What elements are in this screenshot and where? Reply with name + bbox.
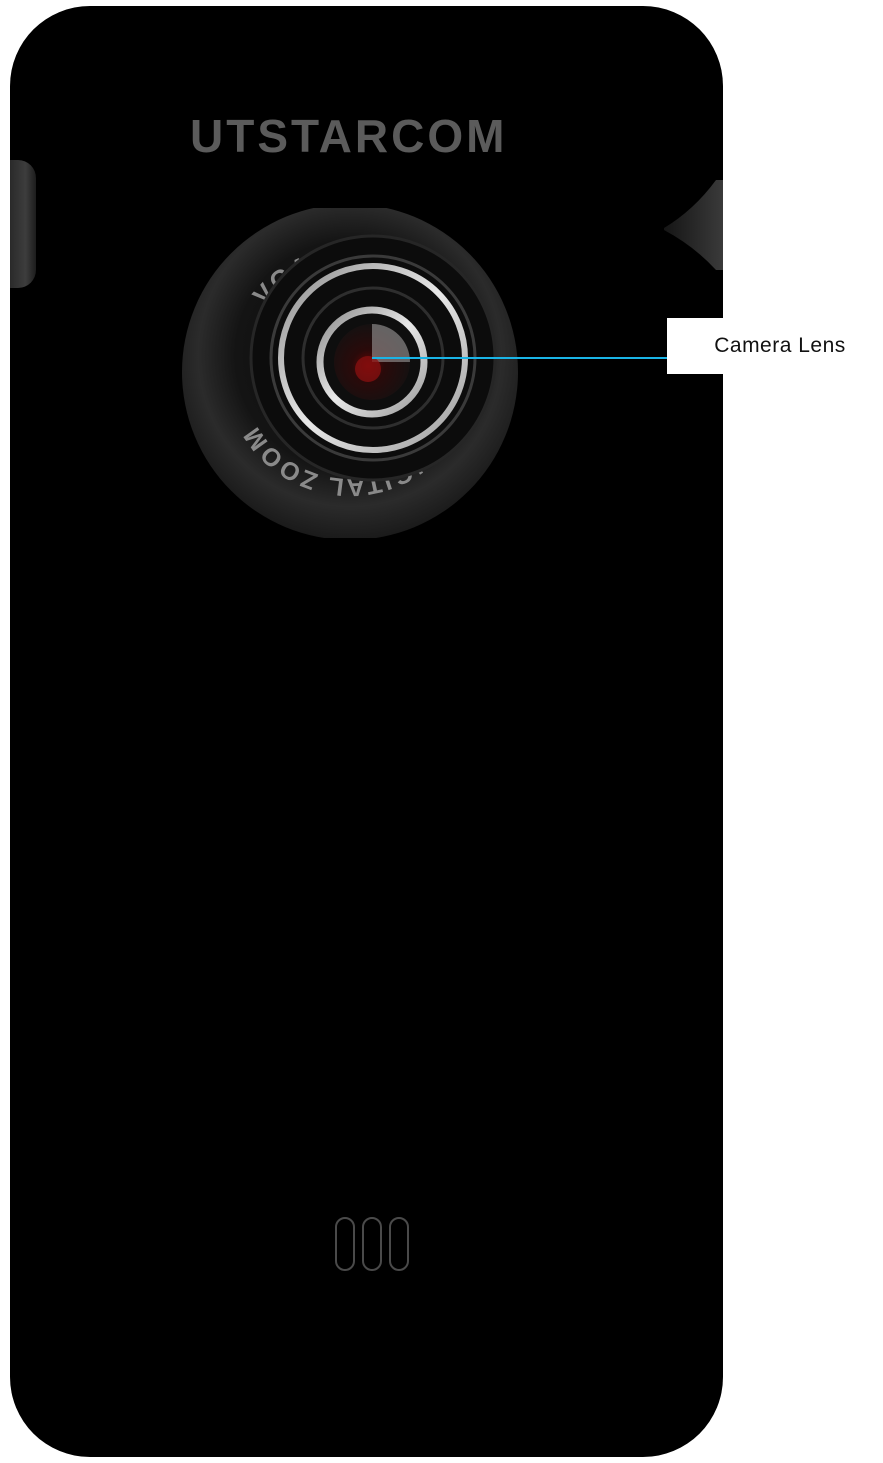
speaker-grille-icon	[335, 1217, 409, 1271]
callout-label-box: Camera Lens	[667, 318, 883, 374]
side-key-right	[664, 180, 723, 270]
brand-logo-text: UTSTARCOM	[190, 110, 507, 162]
side-key-left	[10, 160, 36, 288]
camera-module: VGA CAMERA 4 DIGITAL ZOOM	[182, 208, 518, 538]
callout-leader-line	[372, 357, 668, 359]
brand-logo: UTSTARCOM	[190, 110, 507, 162]
callout-label: Camera Lens	[714, 334, 846, 357]
